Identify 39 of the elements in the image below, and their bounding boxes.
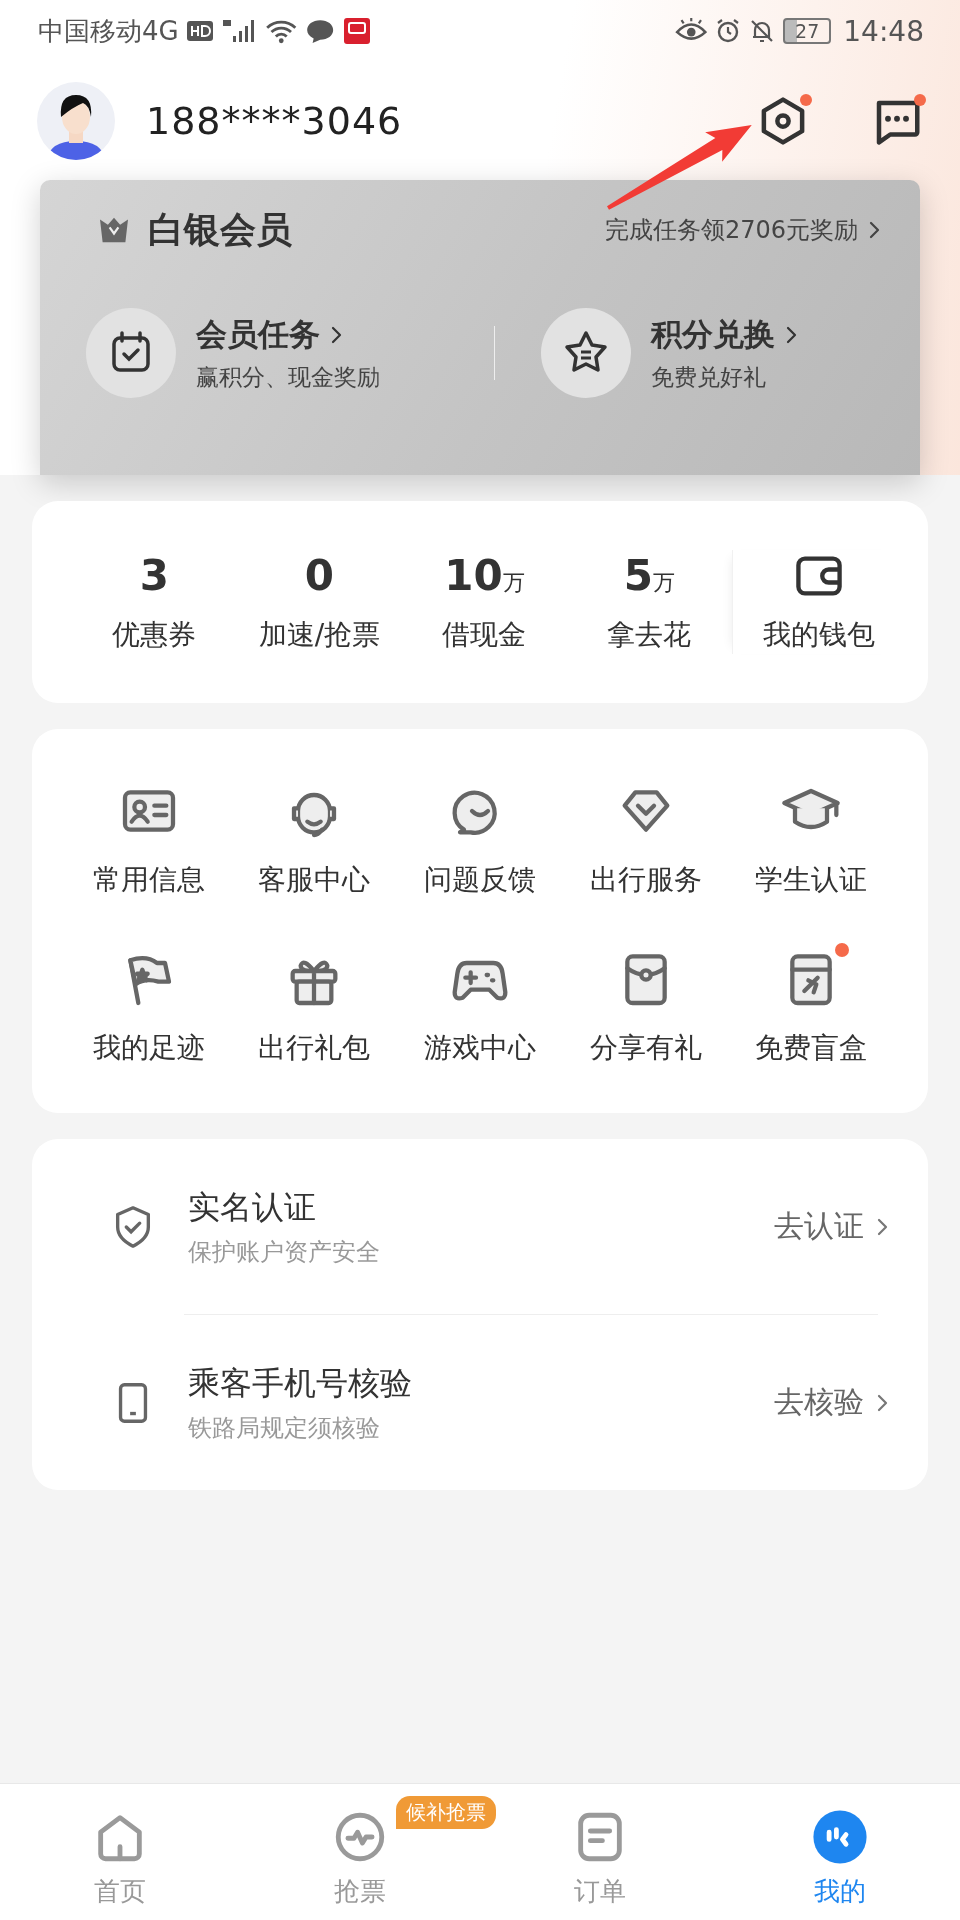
service-item[interactable]: 出行服务 [562, 779, 729, 899]
action-subtitle: 免费兑好礼 [651, 362, 767, 392]
crown-icon [98, 216, 130, 244]
verification-row[interactable]: 乘客手机号核验 铁路局规定须核验 去核验 [72, 1315, 888, 1490]
tab-badge: 候补抢票 [396, 1796, 496, 1829]
service-item[interactable]: 客服中心 [231, 779, 398, 899]
action-subtitle: 赢积分、现金奖励 [196, 362, 380, 392]
stat-item[interactable]: 10万 借现金 [401, 550, 567, 654]
time-text: 14:48 [843, 14, 924, 48]
action-title: 会员任务 [196, 313, 380, 356]
wifi-icon [264, 18, 298, 44]
service-item[interactable]: 免费盲盒 [728, 947, 894, 1067]
service-item[interactable]: 学生认证 [728, 779, 894, 899]
service-item[interactable]: 常用信息 [66, 779, 232, 899]
stat-item[interactable]: 5万 拿去花 [566, 550, 732, 654]
tab[interactable]: 我的 [811, 1784, 869, 1909]
phone-number: 188****3046 [146, 99, 403, 143]
member-action[interactable]: 积分兑换 免费兑好礼 [541, 308, 797, 398]
app-icon [343, 18, 370, 44]
chevron-icon [868, 220, 880, 240]
hd-icon [186, 21, 213, 41]
tier-title: 白银会员 [148, 207, 292, 252]
service-item[interactable]: 出行礼包 [231, 947, 398, 1067]
carrier-text: 中国移动4G [38, 14, 179, 48]
chat-bubble-icon [305, 18, 336, 44]
service-item[interactable]: 分享有礼 [562, 947, 729, 1067]
service-item[interactable]: 游戏中心 [397, 947, 563, 1067]
promo-link[interactable]: 完成任务领2706元奖励 [604, 214, 880, 246]
stat-item[interactable]: 0 加速/抢票 [236, 550, 402, 654]
action-title: 积分兑换 [651, 313, 797, 356]
wallet-item[interactable]: 我的钱包 [731, 550, 906, 654]
stat-item[interactable]: 3 优惠券 [72, 550, 237, 654]
member-action[interactable]: 会员任务 赢积分、现金奖励 [86, 308, 456, 398]
calendar-check-icon [86, 308, 176, 398]
service-item[interactable]: 我的足迹 [66, 947, 232, 1067]
service-item[interactable]: 问题反馈 [397, 779, 563, 899]
verification-row[interactable]: 实名认证 保护账户资产安全 去认证 [72, 1139, 888, 1314]
signal-icon [220, 18, 257, 44]
battery-indicator: 27 [783, 18, 832, 44]
